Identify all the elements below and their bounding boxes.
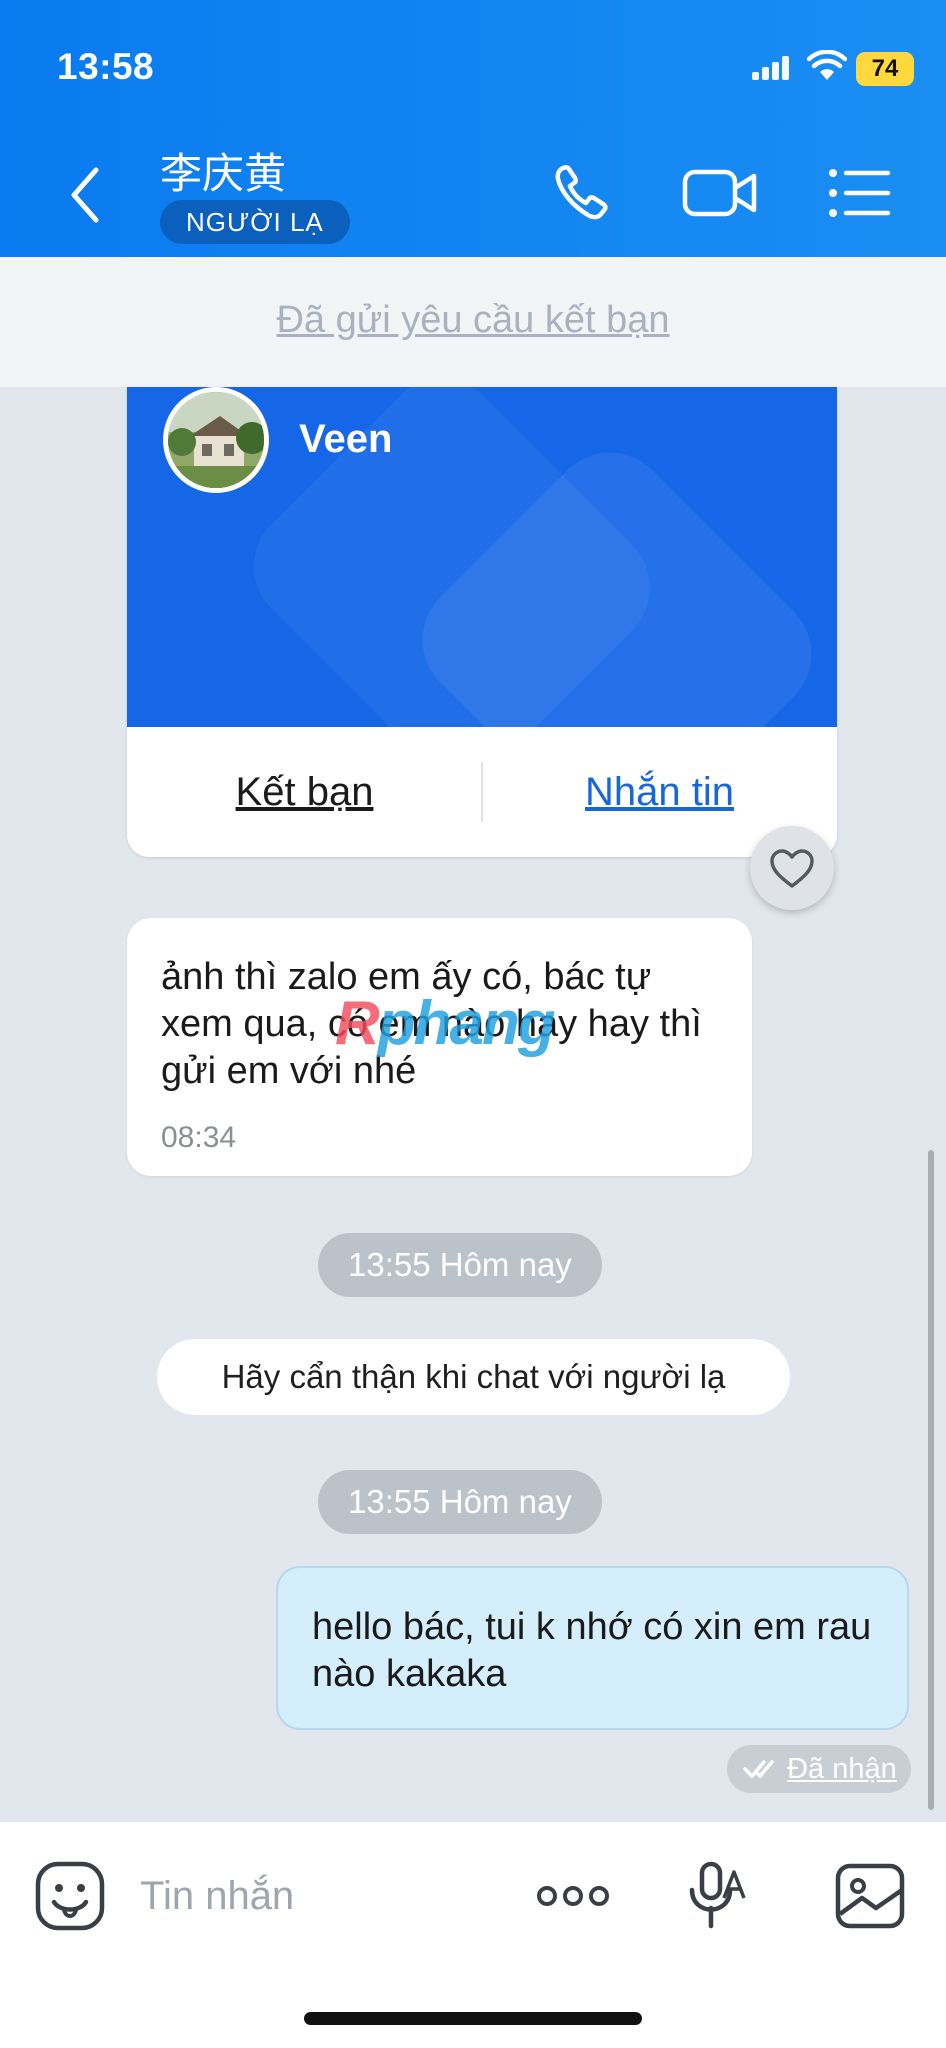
image-gallery-icon[interactable] — [832, 1858, 908, 1934]
double-check-icon — [743, 1760, 774, 1778]
profile-card-cover: Veen — [127, 387, 837, 727]
more-options-icon[interactable] — [530, 1858, 616, 1934]
home-indicator — [304, 2012, 642, 2025]
chat-header: 13:58 74 李庆黄 NGƯỜI LẠ — [0, 0, 946, 257]
message-input-bar — [0, 1822, 946, 2048]
message-text: hello bác, tui k nhớ có xin em rau nào k… — [312, 1606, 872, 1695]
chat-scrollbar[interactable] — [928, 1150, 934, 1810]
profile-avatar[interactable] — [163, 387, 269, 493]
profile-card: Veen Kết bạn Nhắn tin — [127, 387, 837, 857]
profile-card-actions: Kết bạn Nhắn tin — [127, 727, 837, 857]
message-time: 08:34 — [161, 1121, 237, 1154]
stranger-badge: NGƯỜI LẠ — [160, 200, 350, 244]
delivery-status-label: Đã nhận — [787, 1753, 897, 1785]
status-time: 13:58 — [57, 46, 155, 87]
message-input[interactable] — [140, 1866, 500, 1926]
sticker-emoji-icon[interactable] — [32, 1858, 108, 1934]
back-button[interactable] — [60, 160, 110, 230]
add-friend-button[interactable]: Kết bạn — [127, 727, 482, 857]
friend-request-sent-link[interactable]: Đã gửi yêu cầu kết bạn — [276, 299, 669, 342]
friend-request-bar: Đã gửi yêu cầu kết bạn — [0, 257, 946, 387]
video-call-icon[interactable] — [680, 158, 760, 228]
contact-name[interactable]: 李庆黄 — [160, 140, 286, 201]
outgoing-message-bubble[interactable]: hello bác, tui k nhớ có xin em rau nào k… — [276, 1566, 909, 1730]
profile-name: Veen — [299, 417, 393, 461]
phone-call-icon[interactable] — [548, 158, 618, 228]
date-separator: 13:55 Hôm nay — [318, 1470, 602, 1534]
heart-react-button[interactable] — [750, 826, 834, 910]
menu-list-icon[interactable] — [824, 158, 894, 228]
date-separator: 13:55 Hôm nay — [318, 1233, 602, 1297]
stranger-warning-notice: Hãy cẩn thận khi chat với người lạ — [157, 1339, 790, 1415]
voice-to-text-icon[interactable] — [678, 1858, 754, 1934]
battery-indicator: 74 — [856, 52, 914, 86]
watermark-logo: Rphang — [335, 989, 556, 1058]
delivery-status: Đã nhận — [727, 1745, 911, 1793]
wifi-icon — [807, 50, 847, 80]
cellular-signal-icon — [752, 56, 792, 80]
